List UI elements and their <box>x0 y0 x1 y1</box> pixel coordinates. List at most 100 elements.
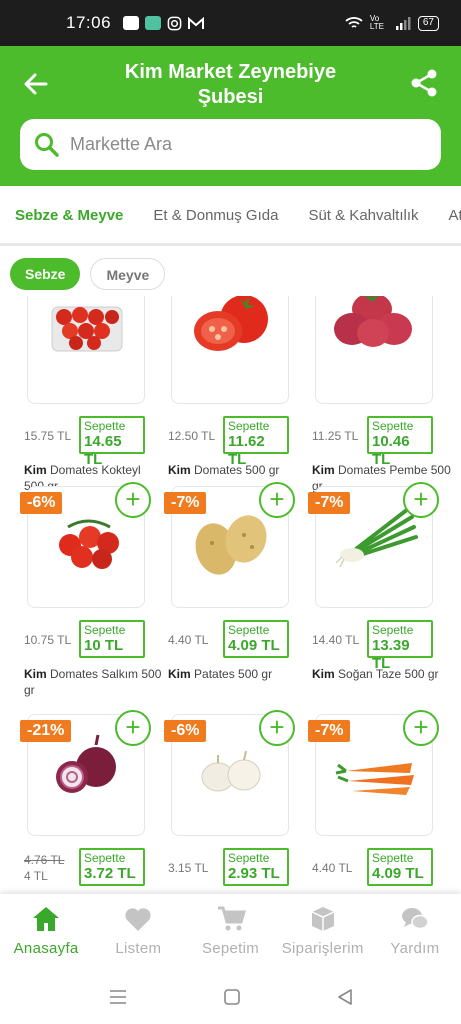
product-card[interactable]: -7% + 4.40 TL Sepette 4.09 TL Kim Patate… <box>164 482 308 714</box>
product-card[interactable]: 12.50 TL Sepette 11.62 TL Kim Domates 50… <box>168 296 308 510</box>
add-to-cart-button[interactable]: + <box>403 710 439 746</box>
menu-icon[interactable] <box>108 989 128 1005</box>
original-price: 4.40 TL <box>312 861 353 875</box>
tab-sebze-meyve[interactable]: Sebze & Meyve <box>0 186 138 243</box>
status-time: 17:06 <box>66 13 112 32</box>
discount-badge: -6% <box>164 720 207 742</box>
search-bar[interactable] <box>20 119 441 170</box>
add-to-cart-button[interactable]: + <box>259 482 295 518</box>
nav-yardim[interactable]: Yardım <box>369 894 461 970</box>
product-card[interactable]: -6% + 3.15 TL Sepette 2.93 TL <box>164 710 308 894</box>
product-name: Kim Patates 500 gr <box>168 666 308 682</box>
system-navigation-bar <box>0 970 461 1024</box>
chat-notification-icon <box>145 16 162 30</box>
nav-label: Yardım <box>390 940 440 957</box>
share-icon <box>411 69 437 97</box>
chip-meyve[interactable]: Meyve <box>90 258 166 290</box>
cart-price-box: Sepette 11.62 TL <box>223 416 289 468</box>
product-name: Kim Domates Salkım 500 gr <box>24 666 164 698</box>
back-triangle-icon[interactable] <box>336 988 354 1006</box>
product-title: Soğan Taze 500 gr <box>338 667 439 681</box>
cart-price-box: Sepette 3.72 TL <box>79 848 145 886</box>
category-tabs: Sebze & Meyve Et & Donmuş Gıda Süt & Kah… <box>0 186 461 246</box>
original-price: 4.40 TL <box>168 633 209 647</box>
nav-anasayfa[interactable]: Anasayfa <box>0 894 92 970</box>
product-image-card[interactable] <box>315 296 433 404</box>
add-to-cart-button[interactable]: + <box>259 710 295 746</box>
original-price: 10.75 TL <box>24 633 72 647</box>
discount-badge: -7% <box>308 720 351 742</box>
cart-label: Sepette <box>84 623 126 637</box>
bottom-navigation: Anasayfa Listem Sepetim Siparişlerim Yar… <box>0 894 461 970</box>
tab-more[interactable]: At <box>434 186 461 243</box>
cherry-tomato-tray-image <box>51 306 123 352</box>
discounted-price: 10 TL <box>84 637 124 654</box>
back-button[interactable] <box>22 70 50 98</box>
add-to-cart-button[interactable]: + <box>115 710 151 746</box>
search-input[interactable] <box>70 134 400 155</box>
nav-label: Anasayfa <box>13 940 79 957</box>
cart-label: Sepette <box>372 419 414 433</box>
signal-icon <box>395 16 411 30</box>
app-notification-icon <box>123 16 140 30</box>
page-title-line1: Kim Market Zeynebiye <box>124 61 337 83</box>
discount-badge: -6% <box>20 492 63 514</box>
product-card[interactable]: 11.25 TL Sepette 10.46 TL Kim Domates Pe… <box>312 296 452 510</box>
search-icon <box>35 132 59 157</box>
original-price: 12.50 TL <box>168 429 216 443</box>
discount-badge: -7% <box>164 492 207 514</box>
add-to-cart-button[interactable]: + <box>403 482 439 518</box>
volte-label: Vo LTE <box>369 14 384 31</box>
cart-label: Sepette <box>372 623 414 637</box>
tab-sut-kahvaltilik[interactable]: Süt & Kahvaltılık <box>293 186 433 243</box>
product-card[interactable]: -6% + 10.75 TL Sepette 10 TL Kim Domates… <box>20 482 164 714</box>
product-card[interactable]: -7% + 4.40 TL Sepette 4.09 TL <box>308 710 452 894</box>
share-button[interactable] <box>409 68 439 98</box>
nav-siparislerim[interactable]: Siparişlerim <box>277 894 369 970</box>
page-title-line2: Şubesi <box>197 86 264 108</box>
tab-et-donmus-gida[interactable]: Et & Donmuş Gıda <box>138 186 293 243</box>
nav-listem[interactable]: Listem <box>92 894 184 970</box>
tomato-image <box>194 296 268 351</box>
product-brand: Kim <box>168 463 191 477</box>
notification-icons <box>123 16 205 31</box>
discounted-price: 2.93 TL <box>228 865 280 882</box>
discount-badge: -21% <box>20 720 72 742</box>
chat-icon <box>400 904 430 934</box>
nav-sepetim[interactable]: Sepetim <box>184 894 276 970</box>
product-card[interactable]: -7% + 14.40 TL Sepette 13.39 TL Kim Soğa… <box>308 482 452 714</box>
cart-label: Sepette <box>372 851 414 865</box>
cart-label: Sepette <box>84 419 126 433</box>
cart-label: Sepette <box>228 851 270 865</box>
cart-price-box: Sepette 4.09 TL <box>367 848 433 886</box>
home-icon <box>31 904 61 934</box>
discounted-price: 3.72 TL <box>84 865 136 882</box>
home-square-icon[interactable] <box>223 988 241 1006</box>
cart-label: Sepette <box>228 419 270 433</box>
product-card[interactable]: -21% + 4.76 TL 4 TL Sepette 3.72 TL <box>20 710 164 894</box>
add-to-cart-button[interactable]: + <box>115 482 151 518</box>
battery-indicator: 67 <box>417 15 439 31</box>
product-card[interactable]: 15.75 TL Sepette 14.65 TL Kim Domates Ko… <box>24 296 164 510</box>
instagram-icon <box>167 16 182 30</box>
product-brand: Kim <box>24 463 47 477</box>
product-title: Patates 500 gr <box>194 667 273 681</box>
status-indicators: Vo LTE 67 <box>345 15 439 31</box>
chip-sebze[interactable]: Sebze <box>10 258 81 290</box>
cart-price-box: Sepette 4.09 TL <box>223 620 289 658</box>
product-image-card[interactable] <box>27 296 145 404</box>
cart-price-box: Sepette 13.39 TL <box>367 620 433 672</box>
product-image-card[interactable] <box>171 296 289 404</box>
cart-price-box: Sepette 14.65 TL <box>79 416 145 468</box>
original-price: 3.15 TL <box>168 861 209 875</box>
product-name: Kim Soğan Taze 500 gr <box>312 666 452 682</box>
arrow-left-icon <box>24 73 48 95</box>
discount-badge: -7% <box>308 492 351 514</box>
unit-price: 4 TL <box>24 869 48 883</box>
product-title: Domates 500 gr <box>194 463 280 477</box>
cart-price-box: Sepette 10 TL <box>79 620 145 658</box>
heart-icon <box>124 904 152 934</box>
strikethrough-price: 4.76 TL <box>24 853 65 867</box>
original-price: 11.25 TL <box>312 429 359 443</box>
original-price: 4.76 TL 4 TL <box>24 852 64 884</box>
